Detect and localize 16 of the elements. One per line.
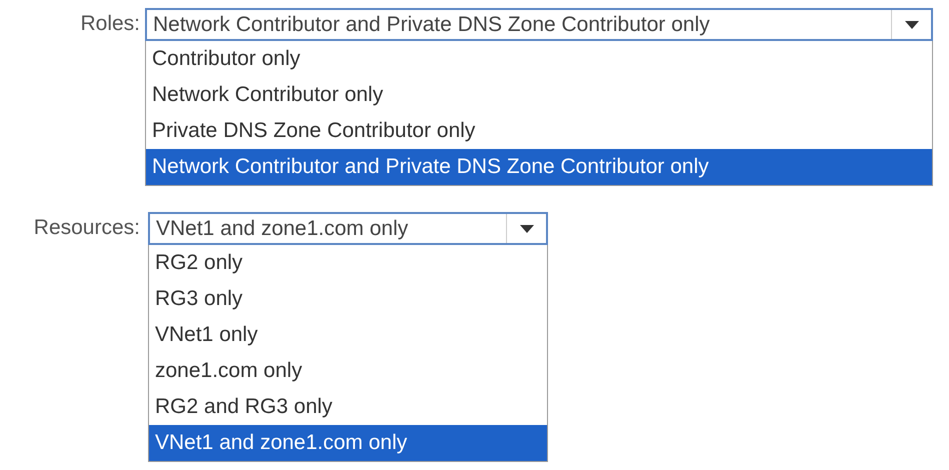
dropdown-option[interactable]: Private DNS Zone Contributor only <box>146 113 932 149</box>
dropdown[interactable]: Network Contributor and Private DNS Zone Contributor only <box>145 8 933 41</box>
dropdown-option[interactable]: RG2 only <box>149 245 547 281</box>
caret-icon <box>520 224 534 232</box>
field-label: Resources: <box>32 215 140 241</box>
dropdown-option[interactable]: Network Contributor and Private DNS Zone Contributor only <box>146 149 932 185</box>
dropdown-option[interactable]: Network Contributor only <box>146 77 932 113</box>
field-label: Roles: <box>79 11 140 37</box>
dropdown[interactable]: VNet1 and zone1.com only <box>148 212 548 245</box>
dropdown-option[interactable]: RG3 only <box>149 281 547 317</box>
dropdown-option[interactable]: VNet1 only <box>149 317 547 353</box>
dropdown-option[interactable]: zone1.com only <box>149 353 547 389</box>
caret-icon <box>904 20 918 28</box>
dropdown-option[interactable]: VNet1 and zone1.com only <box>149 425 547 461</box>
dropdown-option[interactable]: Contributor only <box>146 41 932 77</box>
dropdown-option[interactable]: RG2 and RG3 only <box>149 389 547 425</box>
